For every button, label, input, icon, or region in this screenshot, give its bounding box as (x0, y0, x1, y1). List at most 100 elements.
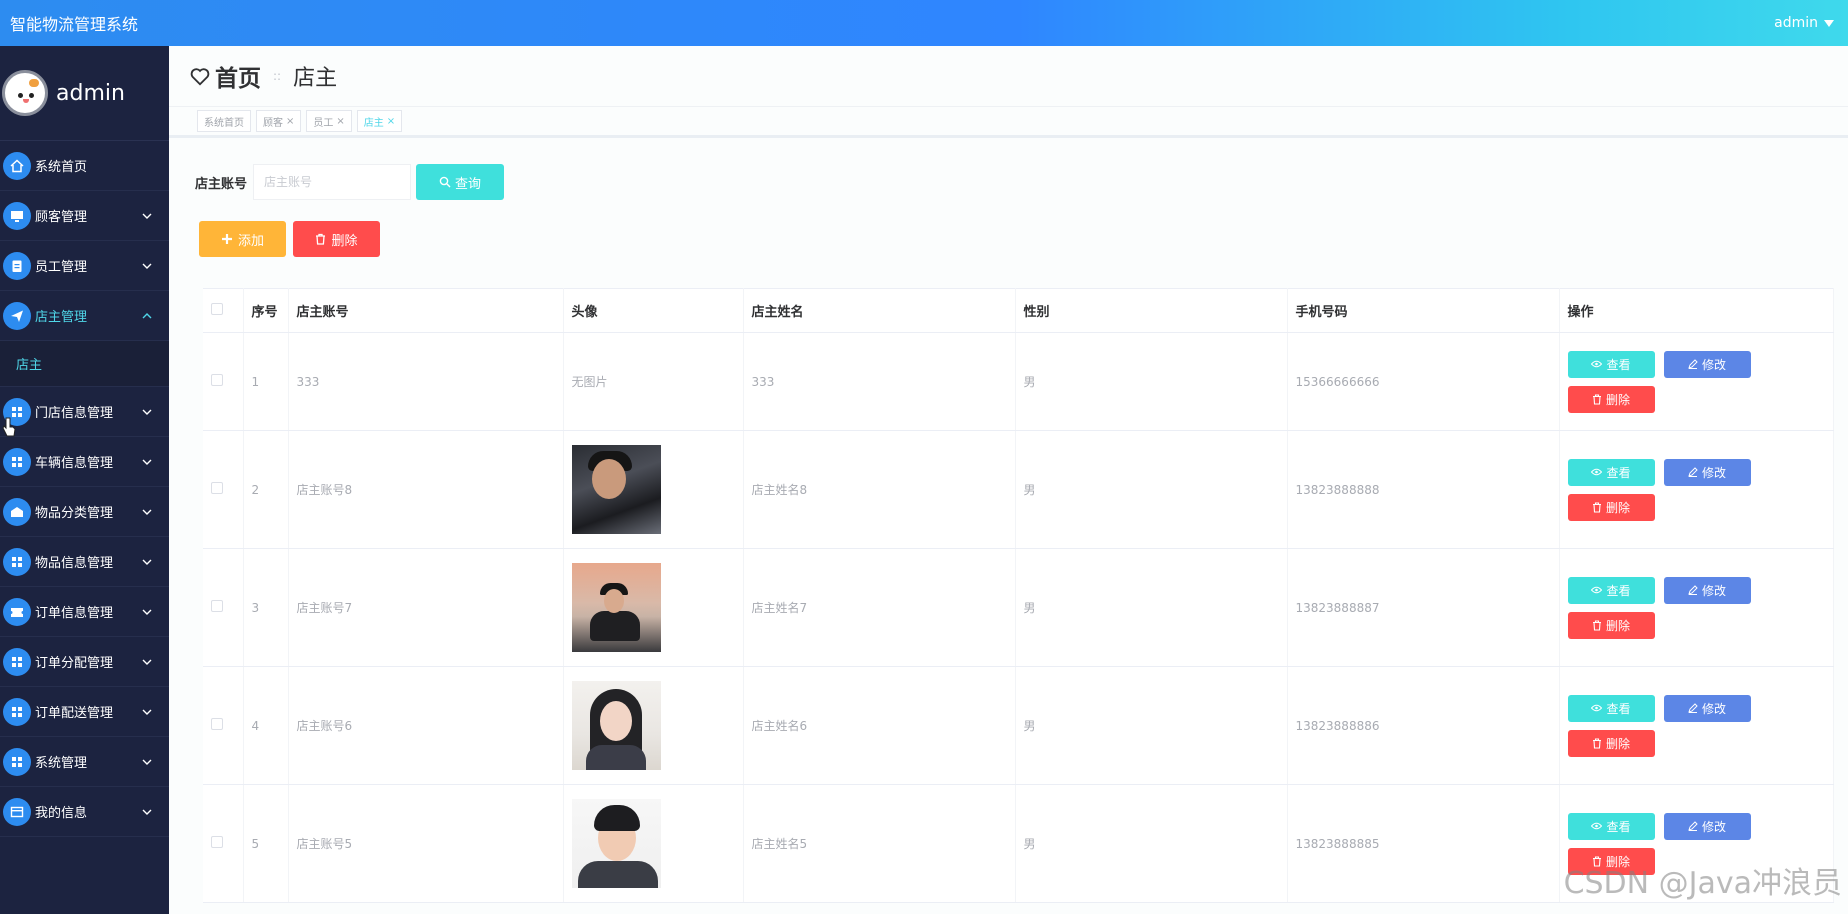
hand-cursor-icon (2, 417, 16, 437)
eye-icon (1591, 360, 1603, 368)
edit-label: 修改 (1701, 583, 1726, 598)
sidebar-item-item-categories[interactable]: 物品分类管理 (0, 487, 169, 537)
table-header-row: 序号 店主账号 头像 店主姓名 性别 手机号码 操作 (203, 288, 1834, 333)
edit-button[interactable]: 修改 (1663, 576, 1751, 604)
chevron-down-icon (142, 609, 152, 615)
sidebar-subitem-label: 店主 (16, 358, 43, 373)
search-form: 店主账号 查询 (195, 164, 505, 200)
select-all-checkbox[interactable] (211, 302, 223, 315)
sidebar-item-order-delivery[interactable]: 订单配送管理 (0, 687, 169, 737)
sidebar-item-customers[interactable]: 顾客管理 (0, 191, 169, 241)
grid-icon (3, 647, 31, 676)
avatar-image[interactable] (571, 681, 661, 770)
delete-button[interactable]: 删除 (1567, 729, 1655, 757)
sidebar-item-stores[interactable]: 门店信息管理 (0, 387, 169, 437)
edit-button[interactable]: 修改 (1663, 350, 1751, 378)
view-label: 查看 (1606, 357, 1631, 372)
sidebar-item-label: 顾客管理 (35, 210, 88, 225)
tag-label: 系统首页 (204, 117, 244, 129)
grid-icon (3, 747, 31, 776)
chevron-down-icon (142, 213, 152, 219)
tag-label: 店主 (363, 117, 384, 129)
search-input[interactable] (253, 164, 412, 200)
cell-name: 店主姓名8 (743, 430, 1016, 549)
table-row: 4 店主账号6 店主姓名6 男 13823888886 查看 修改 删除 (203, 666, 1834, 785)
row-checkbox[interactable] (211, 482, 223, 494)
cell-avatar (563, 666, 744, 785)
owner-table: 序号 店主账号 头像 店主姓名 性别 手机号码 操作 1 333 无图片 333… (203, 288, 1834, 903)
sidebar-item-my-info[interactable]: 我的信息 (0, 787, 169, 837)
header-cell: 手机号码 (1287, 288, 1560, 333)
avatar-image[interactable] (571, 445, 661, 534)
edit-button[interactable]: 修改 (1663, 458, 1751, 486)
view-button[interactable]: 查看 (1567, 458, 1655, 486)
row-checkbox[interactable] (211, 836, 223, 848)
row-checkbox[interactable] (211, 718, 223, 730)
view-button[interactable]: 查看 (1567, 350, 1655, 378)
main-content: 首页 :: 店主 系统首页 顾客× 员工× 店主× 店主账号 查询 添加 删除 (169, 46, 1848, 914)
chevron-down-icon (142, 709, 152, 715)
sidebar-item-system[interactable]: 系统管理 (0, 737, 169, 787)
tag-customers[interactable]: 顾客 × (256, 110, 302, 132)
cell-phone: 13823888888 (1287, 430, 1560, 549)
table-row: 1 333 无图片 333 男 15366666666 查看 修改 删除 (203, 332, 1834, 431)
sidebar-item-vehicles[interactable]: 车辆信息管理 (0, 437, 169, 487)
edit-button[interactable]: 修改 (1663, 812, 1751, 840)
avatar-image[interactable] (571, 563, 661, 652)
sidebar-profile: admin (0, 46, 169, 141)
cell-account: 333 (288, 332, 564, 431)
edit-icon (1688, 703, 1698, 713)
sidebar-subitem-owner[interactable]: 店主 (0, 341, 169, 387)
row-select (203, 666, 244, 785)
view-label: 查看 (1606, 583, 1631, 598)
grid-icon (3, 697, 31, 726)
grid-icon (3, 547, 31, 576)
sidebar-item-label: 订单配送管理 (35, 706, 114, 721)
avatar (2, 70, 48, 116)
cell-avatar (563, 548, 744, 667)
row-checkbox[interactable] (211, 600, 223, 612)
delete-button[interactable]: 删除 (1567, 385, 1655, 413)
user-menu[interactable]: admin (1774, 15, 1834, 31)
search-label: 店主账号 (195, 176, 248, 192)
sidebar-item-label: 物品信息管理 (35, 556, 114, 571)
batch-delete-label: 删除 (331, 233, 358, 249)
row-checkbox[interactable] (211, 374, 223, 386)
table-row: 3 店主账号7 店主姓名7 男 13823888887 查看 修改 删除 (203, 548, 1834, 667)
sidebar-item-employees[interactable]: 员工管理 (0, 241, 169, 291)
tag-owner[interactable]: 店主 × (356, 110, 403, 132)
chevron-down-icon (142, 659, 152, 665)
edit-button[interactable]: 修改 (1663, 694, 1751, 722)
sidebar-item-owners[interactable]: 店主管理 (0, 291, 169, 341)
batch-delete-button[interactable]: 删除 (293, 221, 380, 257)
cell-avatar (563, 784, 744, 903)
close-icon[interactable]: × (387, 116, 395, 127)
delete-button[interactable]: 删除 (1567, 493, 1655, 521)
sidebar-item-order-assignment[interactable]: 订单分配管理 (0, 637, 169, 687)
cell-account: 店主账号5 (288, 784, 564, 903)
delete-button[interactable]: 删除 (1567, 611, 1655, 639)
card-icon (3, 797, 31, 826)
sidebar-item-orders[interactable]: 订单信息管理 (0, 587, 169, 637)
breadcrumb-home[interactable]: 首页 (189, 59, 261, 93)
add-button[interactable]: 添加 (199, 221, 286, 257)
view-button[interactable]: 查看 (1567, 812, 1655, 840)
query-button[interactable]: 查询 (416, 164, 505, 200)
sidebar-item-label: 订单信息管理 (35, 606, 114, 621)
view-button[interactable]: 查看 (1567, 576, 1655, 604)
tag-home[interactable]: 系统首页 (197, 110, 251, 132)
tag-employees[interactable]: 员工 × (306, 110, 352, 132)
cell-phone: 15366666666 (1287, 332, 1560, 431)
close-icon[interactable]: × (286, 116, 294, 127)
search-icon (439, 176, 451, 188)
home-icon (3, 151, 31, 180)
sidebar-item-home[interactable]: 系统首页 (0, 141, 169, 191)
header-cell: 店主账号 (288, 288, 564, 333)
avatar-image[interactable] (571, 799, 661, 888)
chevron-down-icon (142, 759, 152, 765)
sidebar-item-items[interactable]: 物品信息管理 (0, 537, 169, 587)
trash-icon (1592, 393, 1601, 405)
view-button[interactable]: 查看 (1567, 694, 1655, 722)
close-icon[interactable]: × (336, 116, 344, 127)
delete-label: 删除 (1605, 500, 1630, 515)
